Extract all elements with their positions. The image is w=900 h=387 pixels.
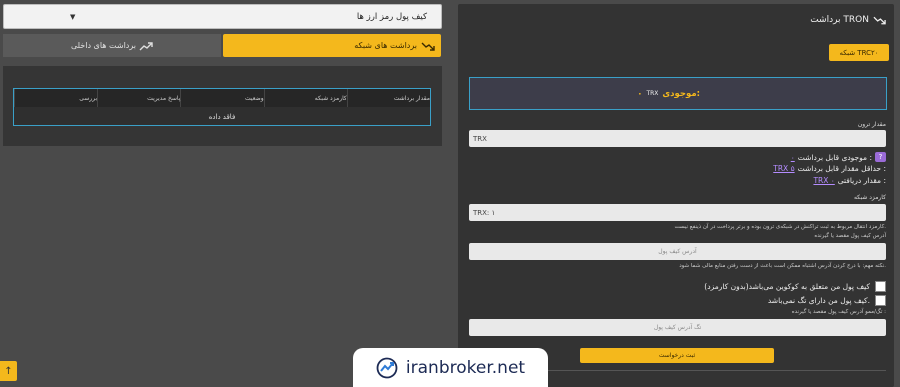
withdrawable-row: ۰ موجودی قابل برداشت : ? [791,152,886,162]
trend-down-icon [421,42,435,51]
min-withdraw-label: حداقل مقدار قابل برداشت : [797,164,886,173]
fee-value: TRX: ۱ [473,208,496,217]
no-tag-checkbox-row[interactable]: کیف پول من دارای تگ نمی‌باشد. [768,295,886,306]
coinbase-checkbox-label: کیف پول من متعلق به کوکوین می‌باشد(بدون … [704,282,870,291]
amount-label: مقدار ترون [857,121,886,128]
fee-input: TRX: ۱ [469,204,886,221]
withdrawable-value[interactable]: ۰ [791,153,795,162]
watermark-text: iranbroker.net [405,357,526,378]
address-warning: نکته مهم: با درج کردن آدرس اشتباه ممکن ا… [679,263,886,269]
trend-up-icon [139,41,153,50]
scroll-top-button[interactable]: ↑ [0,361,17,381]
table-empty-message: فاقد داده [208,113,236,121]
tab-network-withdrawals[interactable]: برداشت های شبکه [223,34,441,57]
network-badge[interactable]: شبکه TRC۲۰ [829,44,889,61]
column-header: وضعیت [180,89,264,107]
address-label: آدرس کیف پول مقصد یا گیرنده [814,233,886,239]
fee-note: کارمزد انتقال مربوط به ثبت تراکنش در شبک… [674,224,886,230]
form-header: برداشت TRON [810,15,886,25]
tab-internal-label: برداشت های داخلی [70,41,137,50]
column-header: کارمزد شبکه [263,89,347,107]
tab-network-label: برداشت های شبکه [354,41,417,50]
balance-unit: TRX [646,90,659,97]
trend-down-icon [873,16,886,25]
coinbase-checkbox-row[interactable]: کیف پول من متعلق به کوکوین می‌باشد(بدون … [704,281,886,292]
withdrawals-table: مقدار برداشت کارمزد شبکه وضعیت پاسخ مدیر… [13,88,431,126]
balance-value: ۰ [637,88,643,99]
balance-box: ۰ TRX موجودی: [469,77,887,110]
min-withdraw-row: TRX ۵ حداقل مقدار قابل برداشت : [773,164,886,173]
tag-label: تگ/ممو آدرس کیف پول مقصد یا گیرنده : [791,309,886,315]
receive-row: TRX ۰ مقدار دریافتی : [813,176,886,185]
min-withdraw-value[interactable]: TRX ۵ [773,164,794,173]
coinbase-checkbox[interactable] [875,281,886,292]
page-title: برداشت TRON [810,15,869,25]
address-input[interactable]: آدرس کیف پول [469,243,886,260]
column-header: مقدار برداشت [346,89,430,107]
column-header: پاسخ مدیریت [97,89,180,107]
question-icon[interactable]: ? [875,152,886,162]
no-tag-checkbox-label: کیف پول من دارای تگ نمی‌باشد. [767,296,870,305]
amount-input[interactable]: TRX [469,130,886,147]
watermark-logo: iranbroker.net [353,348,548,387]
tab-internal-withdrawals[interactable]: برداشت های داخلی [3,34,221,57]
column-header: بررسی [13,89,97,107]
no-tag-checkbox[interactable] [875,295,886,306]
receive-label: مقدار دریافتی : [837,176,886,185]
arrow-up-icon: ↑ [4,365,13,377]
receive-value: TRX ۰ [813,176,835,185]
withdrawable-label: موجودی قابل برداشت : [797,152,872,162]
balance-label: موجودی: [662,88,700,99]
chevron-down-icon: ▼ [70,12,76,21]
chart-logo-icon [376,357,398,378]
wallet-select-label: کیف پول رمز ارز ها [356,11,427,22]
wallet-type-select[interactable]: کیف پول رمز ارز ها ▼ [3,4,442,29]
tag-input[interactable]: تگ آدرس کیف پول [469,319,886,336]
submit-button[interactable]: ثبت درخواست [580,348,774,363]
fee-label: کارمزد شبکه [853,194,886,201]
table-header: مقدار برداشت کارمزد شبکه وضعیت پاسخ مدیر… [13,89,430,107]
